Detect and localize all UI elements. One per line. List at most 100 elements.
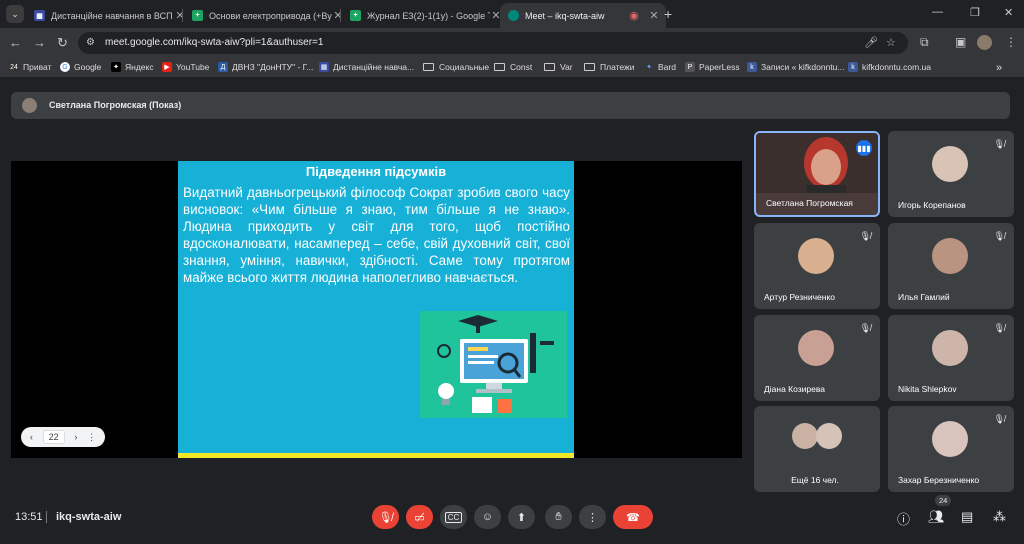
- menu-icon[interactable]: ⋮: [1005, 35, 1017, 49]
- presenter-bar: Светлана Погромская (Показ): [11, 92, 1010, 119]
- hand-icon: ✋︎: [555, 510, 562, 523]
- participant-tile-speaker[interactable]: ▮▮▮ Светлана Погромская: [754, 131, 880, 217]
- back-icon[interactable]: ←: [9, 35, 22, 50]
- bookmark-paperless[interactable]: P PaperLess: [685, 62, 740, 72]
- reactions-button[interactable]: ☺: [474, 505, 501, 529]
- close-icon[interactable]: ✕: [648, 9, 660, 22]
- bookmark-star-icon[interactable]: ☆: [886, 36, 896, 49]
- bookmark-folder-const[interactable]: Const: [494, 62, 532, 72]
- folder-icon: [544, 63, 555, 71]
- browser-toolbar: ← → ↻ ⚙ meet.google.com/ikq-swta-aiw?pli…: [0, 28, 1024, 58]
- slide-more-icon[interactable]: ⋮: [87, 432, 96, 443]
- profile-avatar[interactable]: [977, 35, 992, 50]
- folder-icon: [423, 63, 434, 71]
- bookmark-bard[interactable]: ✦ Bard: [644, 62, 676, 72]
- presenter-avatar: [22, 98, 37, 113]
- bookmark-google[interactable]: G Google: [60, 62, 101, 72]
- bookmark-zapysy[interactable]: k Записи « kifkdonntu...: [747, 62, 845, 72]
- bookmark-folder-var[interactable]: Var: [544, 62, 573, 72]
- bookmark-privat[interactable]: 24 Приват: [9, 62, 51, 72]
- tab-title: Журнал ЕЗ(2)-1(1у) - Google Т: [367, 10, 490, 21]
- more-participants-label: Ещё 16 чел.: [791, 475, 839, 485]
- slide-pager: ‹ 22 › ⋮: [21, 427, 105, 447]
- leave-call-button[interactable]: ☎︎: [613, 505, 653, 529]
- bookmark-donntu[interactable]: Д ДВНЗ "ДонНТУ" - Г...: [218, 62, 313, 72]
- participant-avatar: [932, 238, 968, 274]
- mic-toggle-button[interactable]: 🎙︎̸: [372, 505, 399, 529]
- donntu-icon: Д: [218, 62, 228, 72]
- moodle-icon: ▦: [34, 10, 45, 21]
- recording-icon: ◉: [629, 10, 639, 22]
- google-icon: G: [60, 62, 70, 72]
- more-participants-tile[interactable]: Ещё 16 чел.: [754, 406, 880, 492]
- tab-journal[interactable]: + Журнал ЕЗ(2)-1(1у) - Google Т ✕: [342, 3, 508, 28]
- prev-slide-icon[interactable]: ‹: [30, 432, 33, 442]
- present-button[interactable]: ⬆: [508, 505, 535, 529]
- bookmark-distance[interactable]: ▦ Дистанційне навча...: [319, 62, 414, 72]
- tab-title: Дистанційне навчання в ВСП: [51, 10, 173, 21]
- chat-icon[interactable]: ▤: [961, 509, 973, 525]
- extensions-icon[interactable]: ⧉: [920, 35, 929, 50]
- bookmark-folder-payments[interactable]: Платежи: [584, 62, 634, 72]
- new-tab-button[interactable]: +: [664, 6, 672, 22]
- tab-electric-drive[interactable]: + Основи електропривода (+Ву ✕: [184, 3, 350, 28]
- tab-title: Meet – ikq-swta-aiw: [525, 10, 605, 21]
- tab-search-button[interactable]: ⌄: [6, 5, 24, 23]
- info-icon[interactable]: ⓘ: [897, 509, 910, 528]
- participant-avatar: [792, 423, 818, 449]
- meet-icon: [508, 10, 519, 21]
- microphone-icon[interactable]: 🎤︎: [864, 36, 878, 49]
- participant-name: Діана Козирева: [764, 384, 825, 394]
- activities-icon[interactable]: ⁂: [993, 509, 1006, 525]
- participant-tile[interactable]: 🎙︎̸ Артур Резниченко: [754, 223, 880, 309]
- url-text[interactable]: meet.google.com/ikq-swta-aiw?pli=1&authu…: [105, 37, 323, 48]
- minimize-icon[interactable]: —: [932, 6, 943, 18]
- participant-tile[interactable]: 🎙︎̸ Илья Гамлий: [888, 223, 1014, 309]
- participant-tile[interactable]: 🎙︎̸ Діана Козирева: [754, 315, 880, 401]
- bookmark-folder-social[interactable]: Социальные: [423, 62, 489, 72]
- bookmarks-bar: 24 Приват G Google ✦ Яндекс ▶ YouTube Д ДВНЗ …: [0, 58, 1024, 78]
- participant-avatar: [932, 146, 968, 182]
- side-panel-icon[interactable]: ▣: [955, 35, 966, 49]
- close-window-icon[interactable]: ✕: [1004, 6, 1013, 19]
- participant-name: Светлана Погромская: [766, 198, 853, 208]
- people-icon[interactable]: 👥︎: [928, 509, 945, 525]
- site-info-icon[interactable]: ⚙: [86, 37, 95, 48]
- captions-button[interactable]: CC: [440, 505, 467, 529]
- bookmark-youtube[interactable]: ▶ YouTube: [162, 62, 209, 72]
- meeting-time: 13:51: [15, 511, 43, 523]
- address-bar[interactable]: ⚙ meet.google.com/ikq-swta-aiw?pli=1&aut…: [78, 32, 908, 54]
- reload-icon[interactable]: ↻: [57, 35, 68, 51]
- participant-count-badge: 24: [935, 495, 952, 506]
- meeting-code[interactable]: ikq-swta-aiw: [56, 511, 121, 523]
- participant-avatar: [816, 423, 842, 449]
- forward-icon[interactable]: →: [33, 35, 46, 50]
- mic-off-icon: 🎙︎̸: [859, 323, 871, 333]
- more-options-button[interactable]: ⋮: [579, 505, 606, 529]
- participant-tile[interactable]: 🎙︎̸ Захар Березниченко: [888, 406, 1014, 492]
- tab-meet[interactable]: Meet – ikq-swta-aiw ◉ ✕: [500, 3, 666, 28]
- bookmark-yandex[interactable]: ✦ Яндекс: [111, 62, 154, 72]
- mic-off-icon: 🎙︎̸: [993, 414, 1005, 424]
- tab-strip: ⌄ ▦ Дистанційне навчання в ВСП ✕ + Основ…: [0, 0, 1024, 28]
- youtube-icon: ▶: [162, 62, 172, 72]
- next-slide-icon[interactable]: ›: [74, 432, 77, 442]
- more-bookmarks-icon[interactable]: »: [996, 62, 1002, 74]
- speaking-indicator-icon: ▮▮▮: [856, 140, 872, 156]
- participant-name: Nikita Shlepkov: [898, 384, 957, 394]
- folder-icon: [584, 63, 595, 71]
- restore-icon[interactable]: ❐: [970, 6, 980, 19]
- site-icon: k: [848, 62, 858, 72]
- yandex-icon: ✦: [111, 62, 121, 72]
- participant-name: Артур Резниченко: [764, 292, 836, 302]
- tab-distance-learning[interactable]: ▦ Дистанційне навчання в ВСП ✕: [26, 3, 192, 28]
- camera-off-icon: ▭̸: [414, 511, 425, 524]
- participant-tile[interactable]: 🎙︎̸ Nikita Shlepkov: [888, 315, 1014, 401]
- bookmark-kifk[interactable]: k kifkdonntu.com.ua: [848, 62, 931, 72]
- participant-tile[interactable]: 🎙︎̸ Игорь Корепанов: [888, 131, 1014, 217]
- raise-hand-button[interactable]: ✋︎: [545, 505, 572, 529]
- slide-page-number[interactable]: 22: [42, 430, 65, 444]
- camera-toggle-button[interactable]: ▭̸: [406, 505, 433, 529]
- privat-icon: 24: [9, 62, 19, 72]
- hang-up-icon: ☎︎: [626, 511, 640, 524]
